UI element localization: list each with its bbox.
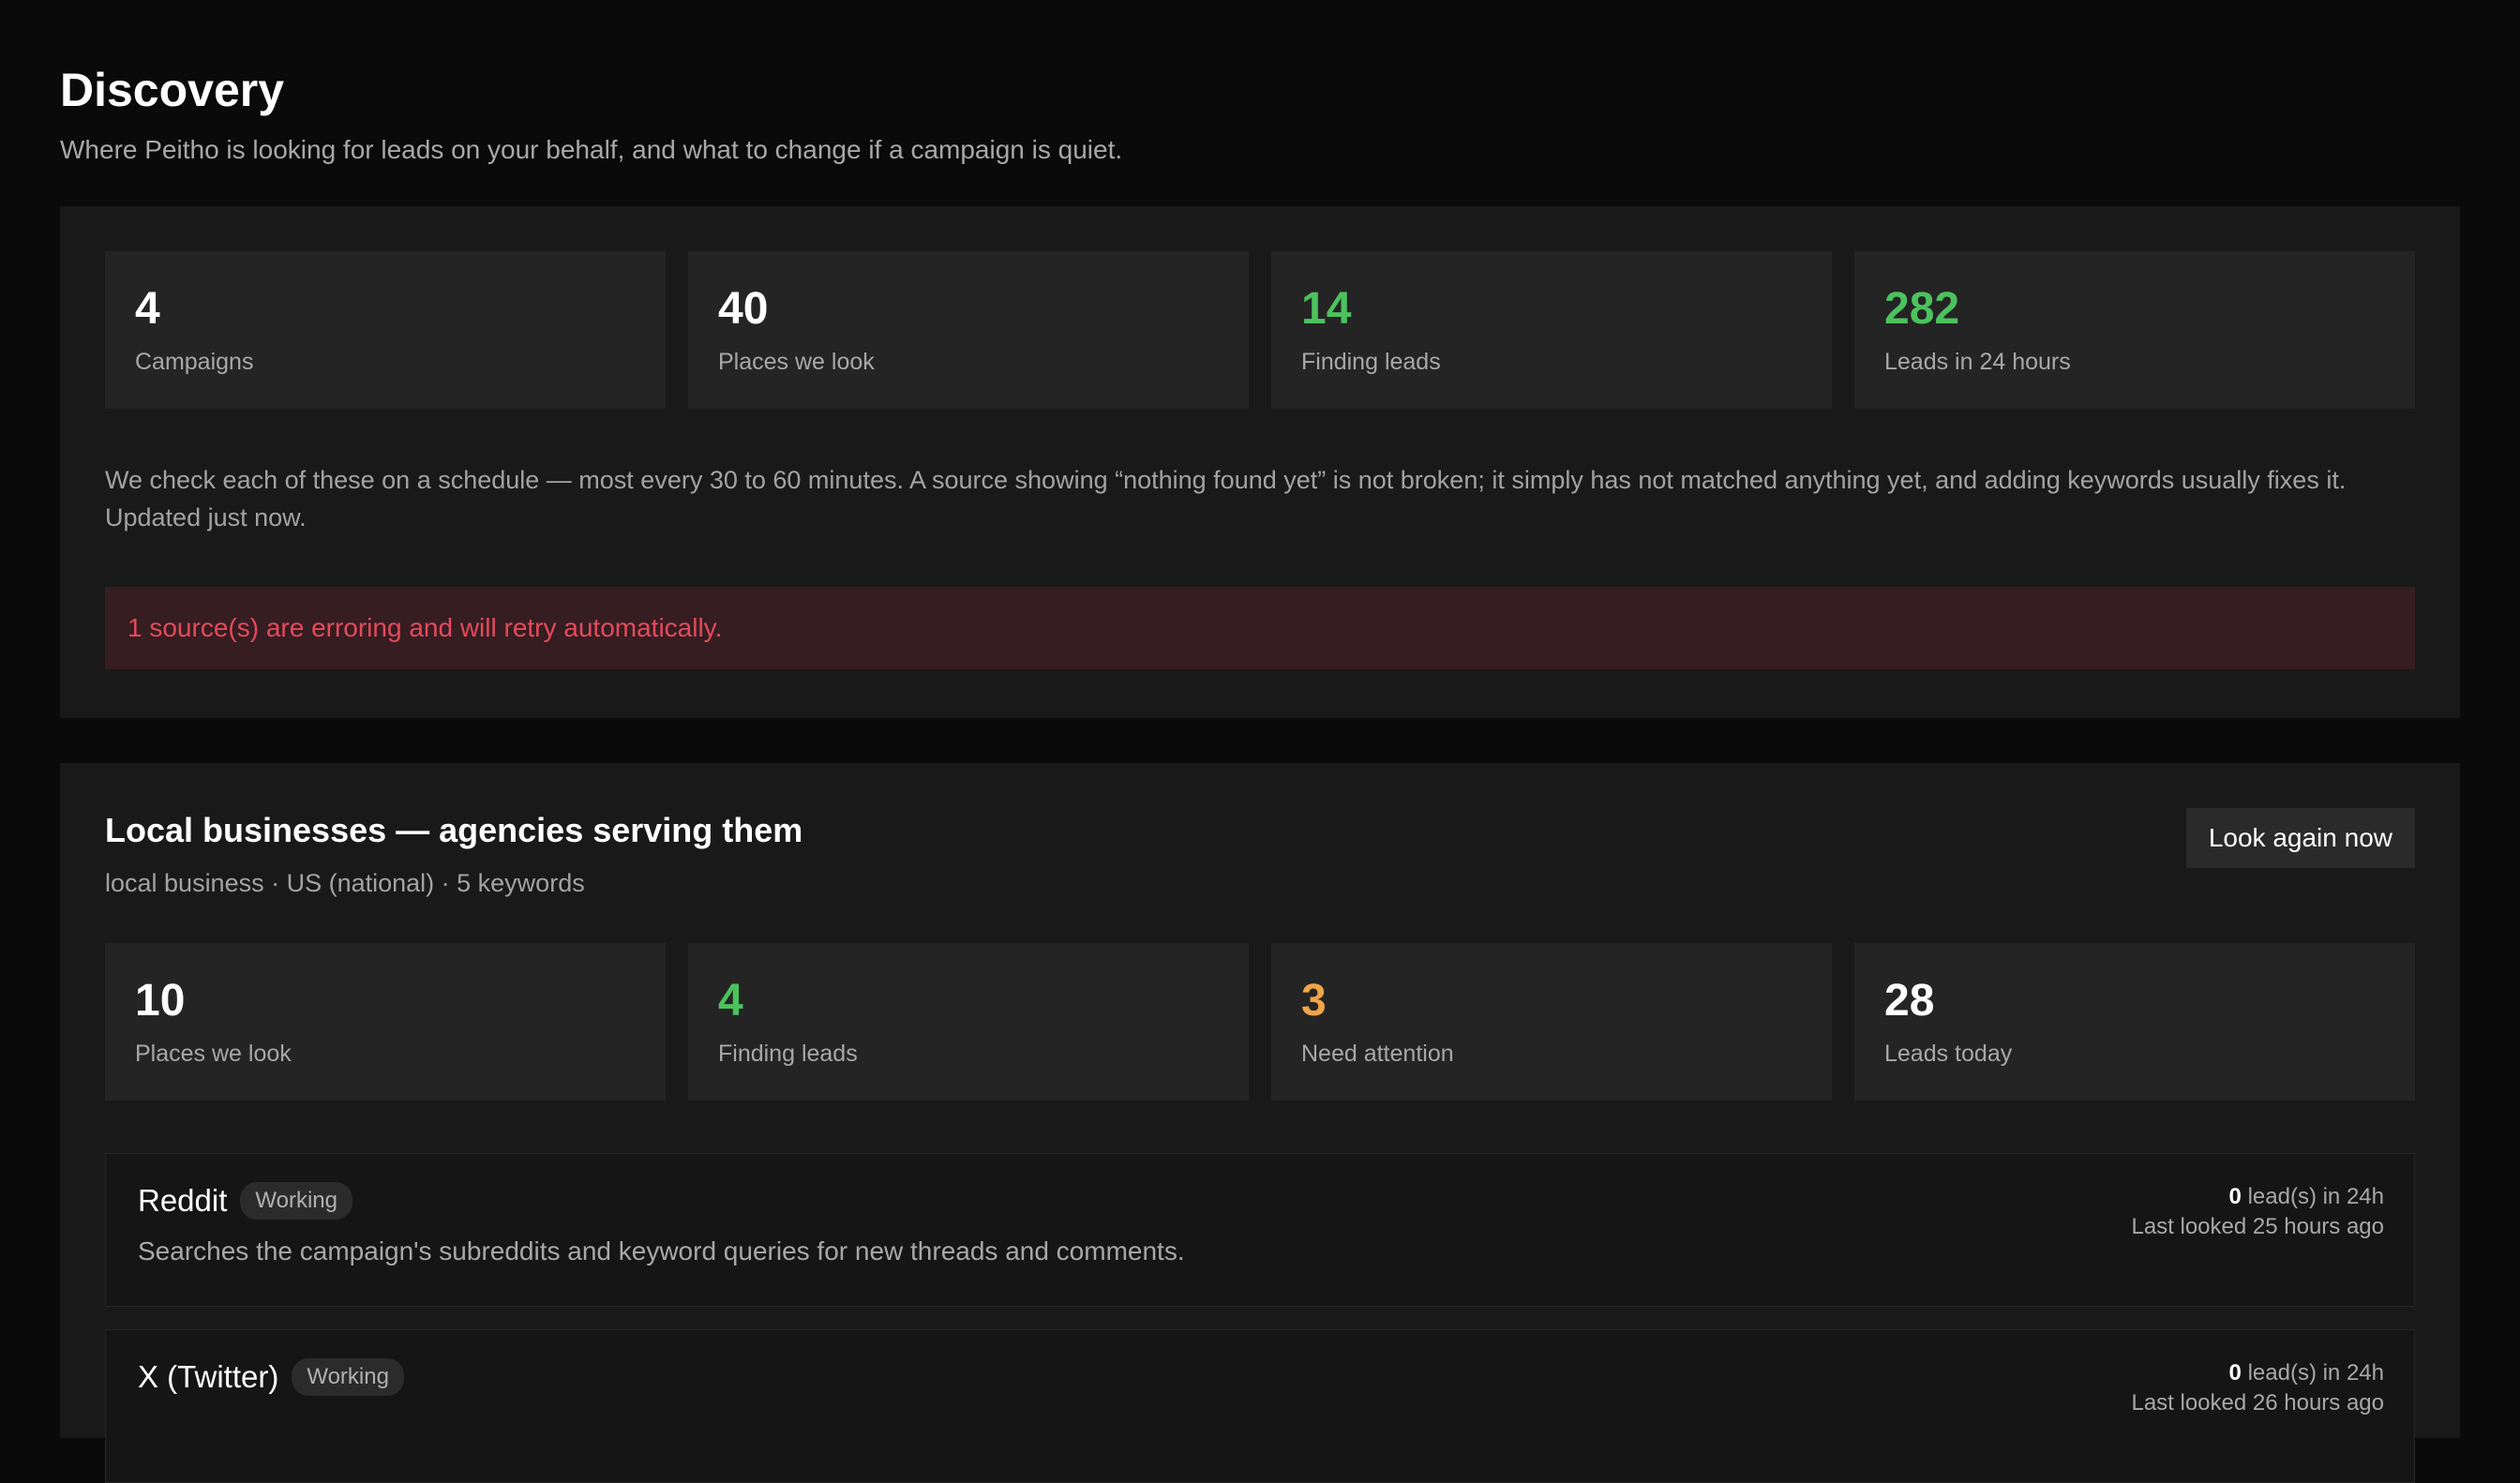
lead-count-line: 0 lead(s) in 24h xyxy=(2131,1358,2384,1388)
stat-label: Campaigns xyxy=(135,349,254,375)
stat-need-attention: 3 Need attention xyxy=(1271,943,1832,1101)
campaign-stats: 10 Places we look 4 Finding leads 3 Need… xyxy=(105,943,2415,1101)
stat-label: Need attention xyxy=(1301,1041,1454,1067)
last-looked: Last looked 25 hours ago xyxy=(2131,1214,2384,1239)
last-looked: Last looked 26 hours ago xyxy=(2131,1390,2384,1416)
look-again-button[interactable]: Look again now xyxy=(2185,808,2415,868)
stat-finding-leads: 14 Finding leads xyxy=(1271,251,1832,409)
source-list: Reddit Working Searches the campaign's s… xyxy=(105,1153,2415,1483)
source-activity: 0 lead(s) in 24h Last looked 26 hours ag… xyxy=(2131,1358,2384,1418)
stat-places: 40 Places we look xyxy=(688,251,1249,409)
error-alert: 1 source(s) are erroring and will retry … xyxy=(105,587,2415,669)
status-badge: Working xyxy=(240,1182,352,1220)
stat-label: Places we look xyxy=(135,1041,292,1067)
stat-value: 282 xyxy=(1884,284,1960,334)
lead-count-suffix: lead(s) in 24h xyxy=(2241,1184,2384,1209)
campaign-header: Local businesses — agencies serving them… xyxy=(105,808,2415,902)
source-name: Reddit xyxy=(138,1183,228,1218)
lead-count: 0 xyxy=(2228,1360,2242,1386)
lead-count-line: 0 lead(s) in 24h xyxy=(2131,1182,2384,1212)
lead-count: 0 xyxy=(2228,1184,2242,1209)
stat-value: 4 xyxy=(135,284,160,334)
stat-label: Leads in 24 hours xyxy=(1884,349,2071,375)
stat-value: 3 xyxy=(1301,976,1327,1026)
stat-leads-24h: 282 Leads in 24 hours xyxy=(1854,251,2415,409)
stat-label: Finding leads xyxy=(1301,349,1441,375)
campaign-heading: Local businesses — agencies serving them… xyxy=(105,808,802,902)
page-title: Discovery xyxy=(60,64,285,116)
page-subtitle: Where Peitho is looking for leads on you… xyxy=(60,135,1123,164)
stat-label: Finding leads xyxy=(718,1041,858,1067)
stat-value: 14 xyxy=(1301,284,1352,334)
source-item-reddit[interactable]: Reddit Working Searches the campaign's s… xyxy=(105,1153,2415,1307)
campaign-card: Local businesses — agencies serving them… xyxy=(60,763,2460,1483)
source-item-x-twitter[interactable]: X (Twitter) Working 0 lead(s) in 24h Las… xyxy=(105,1329,2415,1483)
stat-finding-leads: 4 Finding leads xyxy=(688,943,1249,1101)
stat-value: 40 xyxy=(718,284,769,334)
status-badge: Working xyxy=(292,1358,404,1396)
discovery-page: Discovery Where Peitho is looking for le… xyxy=(60,60,2460,1483)
source-description: Searches the campaign's subreddits and k… xyxy=(138,1236,1185,1266)
stat-label: Places we look xyxy=(718,349,875,375)
source-activity: 0 lead(s) in 24h Last looked 25 hours ag… xyxy=(2131,1182,2384,1242)
summary-panel: 4 Campaigns 40 Places we look 14 Finding… xyxy=(60,206,2460,718)
schedule-explanation: We check each of these on a schedule — m… xyxy=(105,466,2347,532)
stat-value: 28 xyxy=(1884,976,1935,1026)
stat-campaigns: 4 Campaigns xyxy=(105,251,666,409)
summary-stats: 4 Campaigns 40 Places we look 14 Finding… xyxy=(105,251,2415,409)
campaign-meta: local business · US (national) · 5 keywo… xyxy=(105,869,585,897)
campaign-title: Local businesses — agencies serving them xyxy=(105,811,803,849)
lead-count-suffix: lead(s) in 24h xyxy=(2241,1360,2384,1386)
stat-value: 4 xyxy=(718,976,743,1026)
stat-value: 10 xyxy=(135,976,186,1026)
source-name: X (Twitter) xyxy=(138,1359,279,1394)
stat-label: Leads today xyxy=(1884,1041,2013,1067)
source-header: Reddit Working xyxy=(138,1180,2384,1221)
source-header: X (Twitter) Working xyxy=(138,1356,2384,1398)
stat-leads-today: 28 Leads today xyxy=(1854,943,2415,1101)
stat-places: 10 Places we look xyxy=(105,943,666,1101)
